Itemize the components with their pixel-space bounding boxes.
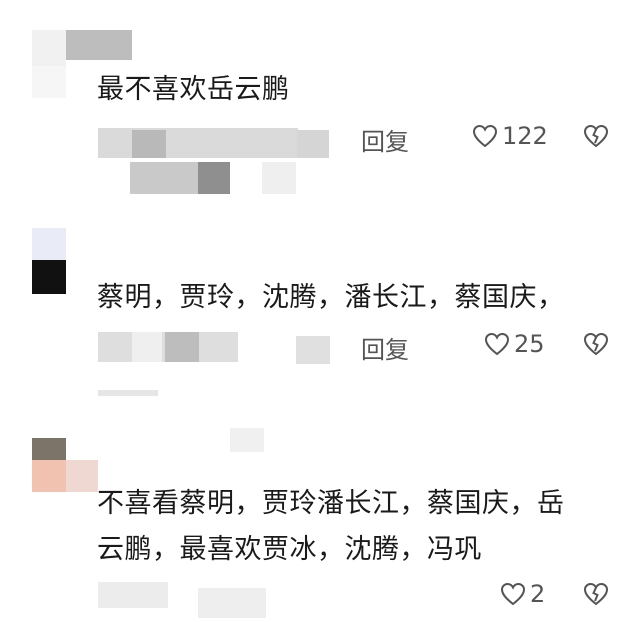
comment-meta: 回复 25 (0, 326, 640, 366)
reply-button[interactable]: 回复 (361, 122, 409, 157)
heart-outline-icon (484, 332, 510, 356)
reply-button[interactable]: 回复 (361, 330, 409, 365)
comment-text: 最不喜欢岳云鹏 (97, 74, 290, 105)
heart-outline-icon (472, 124, 498, 148)
comment-text-line2: 云鹏，最喜欢贾冰，沈腾，冯巩 (97, 534, 482, 565)
avatar[interactable] (32, 228, 66, 296)
like-button[interactable]: 25 (484, 330, 545, 358)
dislike-button[interactable] (583, 332, 609, 360)
broken-heart-icon (583, 332, 609, 356)
broken-heart-icon (583, 124, 609, 148)
avatar[interactable] (32, 30, 66, 98)
like-count: 25 (514, 330, 545, 358)
comment-meta: 2 (0, 574, 640, 618)
sub-reply-blurred (98, 390, 158, 396)
broken-heart-icon (583, 582, 609, 606)
like-button[interactable]: 2 (500, 580, 545, 608)
username-blurred (66, 30, 132, 60)
comment-text-line1: 不喜看蔡明，贾玲潘长江，蔡国庆，岳 (97, 488, 565, 519)
timestamp-blurred (98, 128, 298, 158)
dislike-button[interactable] (583, 124, 609, 152)
username-blurred (230, 428, 264, 452)
avatar[interactable] (32, 438, 98, 506)
like-count: 2 (530, 580, 546, 608)
like-count: 122 (502, 122, 548, 150)
like-button[interactable]: 122 (472, 122, 548, 150)
dislike-button[interactable] (583, 582, 609, 610)
comment-text: 蔡明，贾玲，沈腾，潘长江，蔡国庆， (97, 282, 565, 313)
comment-meta: 回复 122 (0, 118, 640, 158)
heart-outline-icon (500, 582, 526, 606)
timestamp-blurred (98, 582, 168, 608)
